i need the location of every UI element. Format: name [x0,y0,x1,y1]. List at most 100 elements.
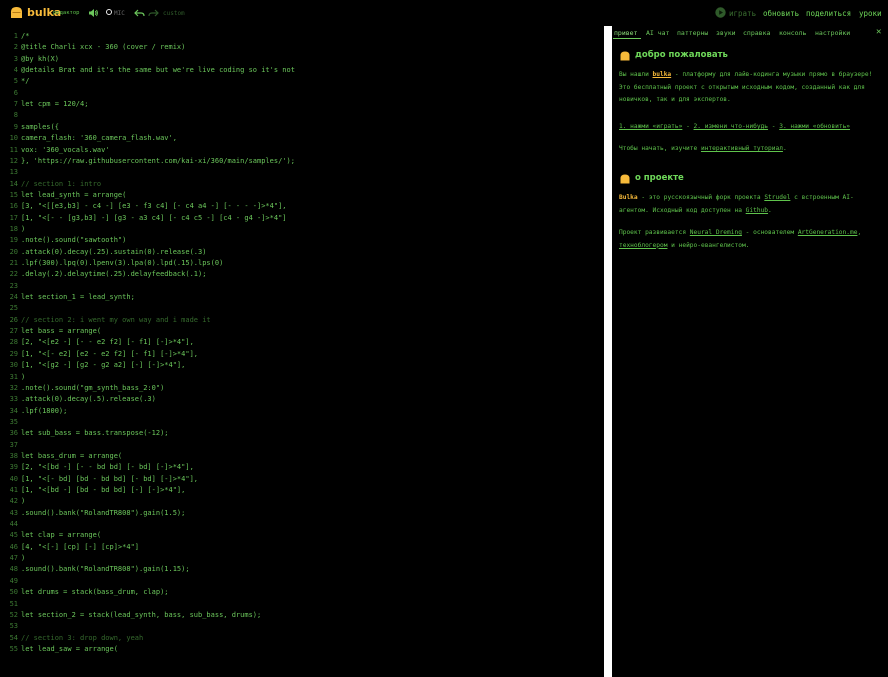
code-line[interactable]: 21 .lpf(300).lpq(0).lpenv(3).lpa(0).lpd(.… [0,258,224,269]
code-line[interactable]: 35 [0,417,21,428]
code-line[interactable]: 54// section 3: drop down, yeah [0,633,144,644]
code-editor[interactable]: 1/* 2 @title Charli xcx - 360 (cover / rem… [0,26,604,677]
code-text[interactable] [18,441,21,449]
code-text[interactable] [18,622,21,630]
code-text[interactable] [18,89,21,97]
code-text[interactable]: */ [18,77,29,85]
code-text[interactable]: @by kh(X) [18,55,59,63]
code-text[interactable]: vox: '360_vocals.wav' [18,146,110,154]
code-line[interactable]: 48 .sound().bank("RolandTR808").gain(1.15… [0,564,190,575]
code-line[interactable]: 12}, 'https://raw.githubusercontent.com/… [0,156,295,167]
code-text[interactable]: /* [18,32,29,40]
tab-patterns[interactable]: паттерны [677,29,708,37]
code-line[interactable]: 11 vox: '360_vocals.wav' [0,145,110,156]
code-text[interactable]: [2, "<[e2 -] [- - e2 f2] [- f1] [-]>*4"]… [18,338,194,346]
code-line[interactable]: 46 [4, "<[-] [cp] [-] [cp]>*4"] [0,542,139,553]
code-text[interactable] [18,600,21,608]
code-text[interactable]: let bass = arrange( [18,327,101,335]
code-line[interactable]: 43 .sound().bank("RolandTR808").gain(1.5)… [0,508,186,519]
code-text[interactable]: // section 2: i went my own way and i ma… [18,316,211,324]
tab-settings[interactable]: настройки [815,29,850,37]
github-link[interactable]: Github [746,207,768,214]
tab-reference[interactable]: справка [743,29,770,37]
code-line[interactable]: 41 [1, "<[bd -] [bd - bd bd] [-] [-]>*4"]… [0,485,186,496]
code-text[interactable]: .attack(0).decay(.5).release(.3) [18,395,156,403]
lessons-button[interactable]: уроки [859,9,882,18]
code-text[interactable]: [3, "<[[e3,b3] - c4 -] [e3 - f3 c4] [- c… [18,202,287,210]
code-text[interactable]: samples({ [18,123,59,131]
code-text[interactable] [18,418,21,426]
code-line[interactable]: 6 [0,88,21,99]
code-text[interactable]: .sound().bank("RolandTR808").gain(1.5); [18,509,185,517]
code-line[interactable]: 45 let clap = arrange( [0,530,102,541]
code-line[interactable]: 13 [0,167,21,178]
code-line[interactable]: 27 let bass = arrange( [0,326,102,337]
code-line[interactable]: 16 [3, "<[[e3,b3] - c4 -] [e3 - f3 c4] [-… [0,201,287,212]
undo-icon[interactable] [134,8,145,18]
code-line[interactable]: 32 .note().sound("gm_synth_bass_2:0") [0,383,165,394]
code-line[interactable]: 19 .note().sound("sawtooth") [0,235,127,246]
code-text[interactable]: let sub_bass = bass.transpose(-12); [18,429,169,437]
code-text[interactable]: .note().sound("sawtooth") [18,236,126,244]
code-text[interactable]: .lpf(300).lpq(0).lpenv(3).lpa(0).lpd(.15… [18,259,223,267]
code-text[interactable]: [4, "<[-] [cp] [-] [cp]>*4"] [18,543,139,551]
code-text[interactable] [18,111,21,119]
code-line[interactable]: 37 [0,440,21,451]
code-line[interactable]: 5 */ [0,76,30,87]
tab-console[interactable]: консоль [779,29,806,37]
code-text[interactable]: [1, "<[- bd] [bd - bd bd] [- bd] [-]>*4"… [18,475,198,483]
code-text[interactable] [18,168,21,176]
code-line[interactable]: 33 .attack(0).decay(.5).release(.3) [0,394,156,405]
code-text[interactable]: [1, "<[g2 -] [g2 - g2 a2] [-] [-]>*4"], [18,361,185,369]
code-line[interactable]: 24 let section_1 = lead_synth; [0,292,135,303]
code-text[interactable]: camera_flash: '360_camera_flash.wav', [18,134,177,142]
mic-label[interactable]: MIC [114,10,125,17]
code-text[interactable]: [1, "<[- e2] [e2 - e2 f2] [- f1] [-]>*4"… [18,350,198,358]
code-line[interactable]: 47) [0,553,26,564]
play-icon[interactable] [715,7,726,18]
mic-toggle-icon[interactable] [106,9,112,15]
code-line[interactable]: 30 [1, "<[g2 -] [g2 - g2 a2] [-] [-]>*4"]… [0,360,186,371]
code-line[interactable]: 29 [1, "<[- e2] [e2 - e2 f2] [- f1] [-]>*… [0,349,198,360]
code-text[interactable]: // section 3: drop down, yeah [18,634,143,642]
code-line[interactable]: 28 [2, "<[e2 -] [- - e2 f2] [- f1] [-]>*4… [0,337,194,348]
code-text[interactable]: let clap = arrange( [18,531,101,539]
code-text[interactable]: @title Charli xcx - 360 (cover / remix) [18,43,185,51]
code-text[interactable]: .attack(0).decay(.25).sustain(0).release… [18,248,206,256]
code-text[interactable] [18,304,21,312]
code-line[interactable]: 9 samples({ [0,122,59,133]
code-line[interactable]: 51 [0,599,21,610]
code-line[interactable]: 50 let drums = stack(bass_drum, clap); [0,587,169,598]
code-text[interactable]: [1, "<[bd -] [bd - bd bd] [-] [-]>*4"], [18,486,185,494]
code-text[interactable]: ) [18,554,25,562]
code-line[interactable]: 23 [0,281,21,292]
code-line[interactable]: 17 [1, "<[- - [g3,b3] -] [g3 - a3 c4] [- … [0,213,287,224]
code-line[interactable]: 14// section 1: intro [0,179,102,190]
play-button[interactable]: играть [729,9,756,18]
share-button[interactable]: поделиться [806,9,851,18]
code-line[interactable]: 53 [0,621,21,632]
tab-sounds[interactable]: звуки [716,29,736,37]
strudel-link[interactable]: Strudel [764,194,790,201]
code-line[interactable]: 38 let bass_drum = arrange( [0,451,123,462]
code-text[interactable]: let cpm = 120/4; [18,100,88,108]
code-text[interactable]: ) [18,373,25,381]
code-line[interactable]: 15 let lead_synth = arrange( [0,190,127,201]
code-text[interactable]: let bass_drum = arrange( [18,452,122,460]
step-3-link[interactable]: 3. нажми «обновить» [779,123,850,130]
step-1-link[interactable]: 1. нажми «играть» [619,123,682,130]
code-text[interactable]: ) [18,497,25,505]
code-text[interactable]: [1, "<[- - [g3,b3] -] [g3 - a3 c4] [- c4… [18,214,287,222]
code-text[interactable]: let drums = stack(bass_drum, clap); [18,588,169,596]
code-text[interactable]: .note().sound("gm_synth_bass_2:0") [18,384,164,392]
code-line[interactable]: 44 [0,519,21,530]
code-text[interactable] [18,520,21,528]
code-text[interactable] [18,577,21,585]
tab-ai-chat[interactable]: AI чат [646,29,669,37]
close-icon[interactable]: ✕ [876,27,881,37]
neural-dreming-link[interactable]: Neural Dreming [690,229,742,236]
code-line[interactable]: 39 [2, "<[bd -] [- - bd bd] [- bd] [-]>*4… [0,462,194,473]
code-line[interactable]: 20 .attack(0).decay(.25).sustain(0).relea… [0,247,207,258]
code-line[interactable]: 2 @title Charli xcx - 360 (cover / remix) [0,42,186,53]
speaker-icon[interactable] [88,8,98,18]
